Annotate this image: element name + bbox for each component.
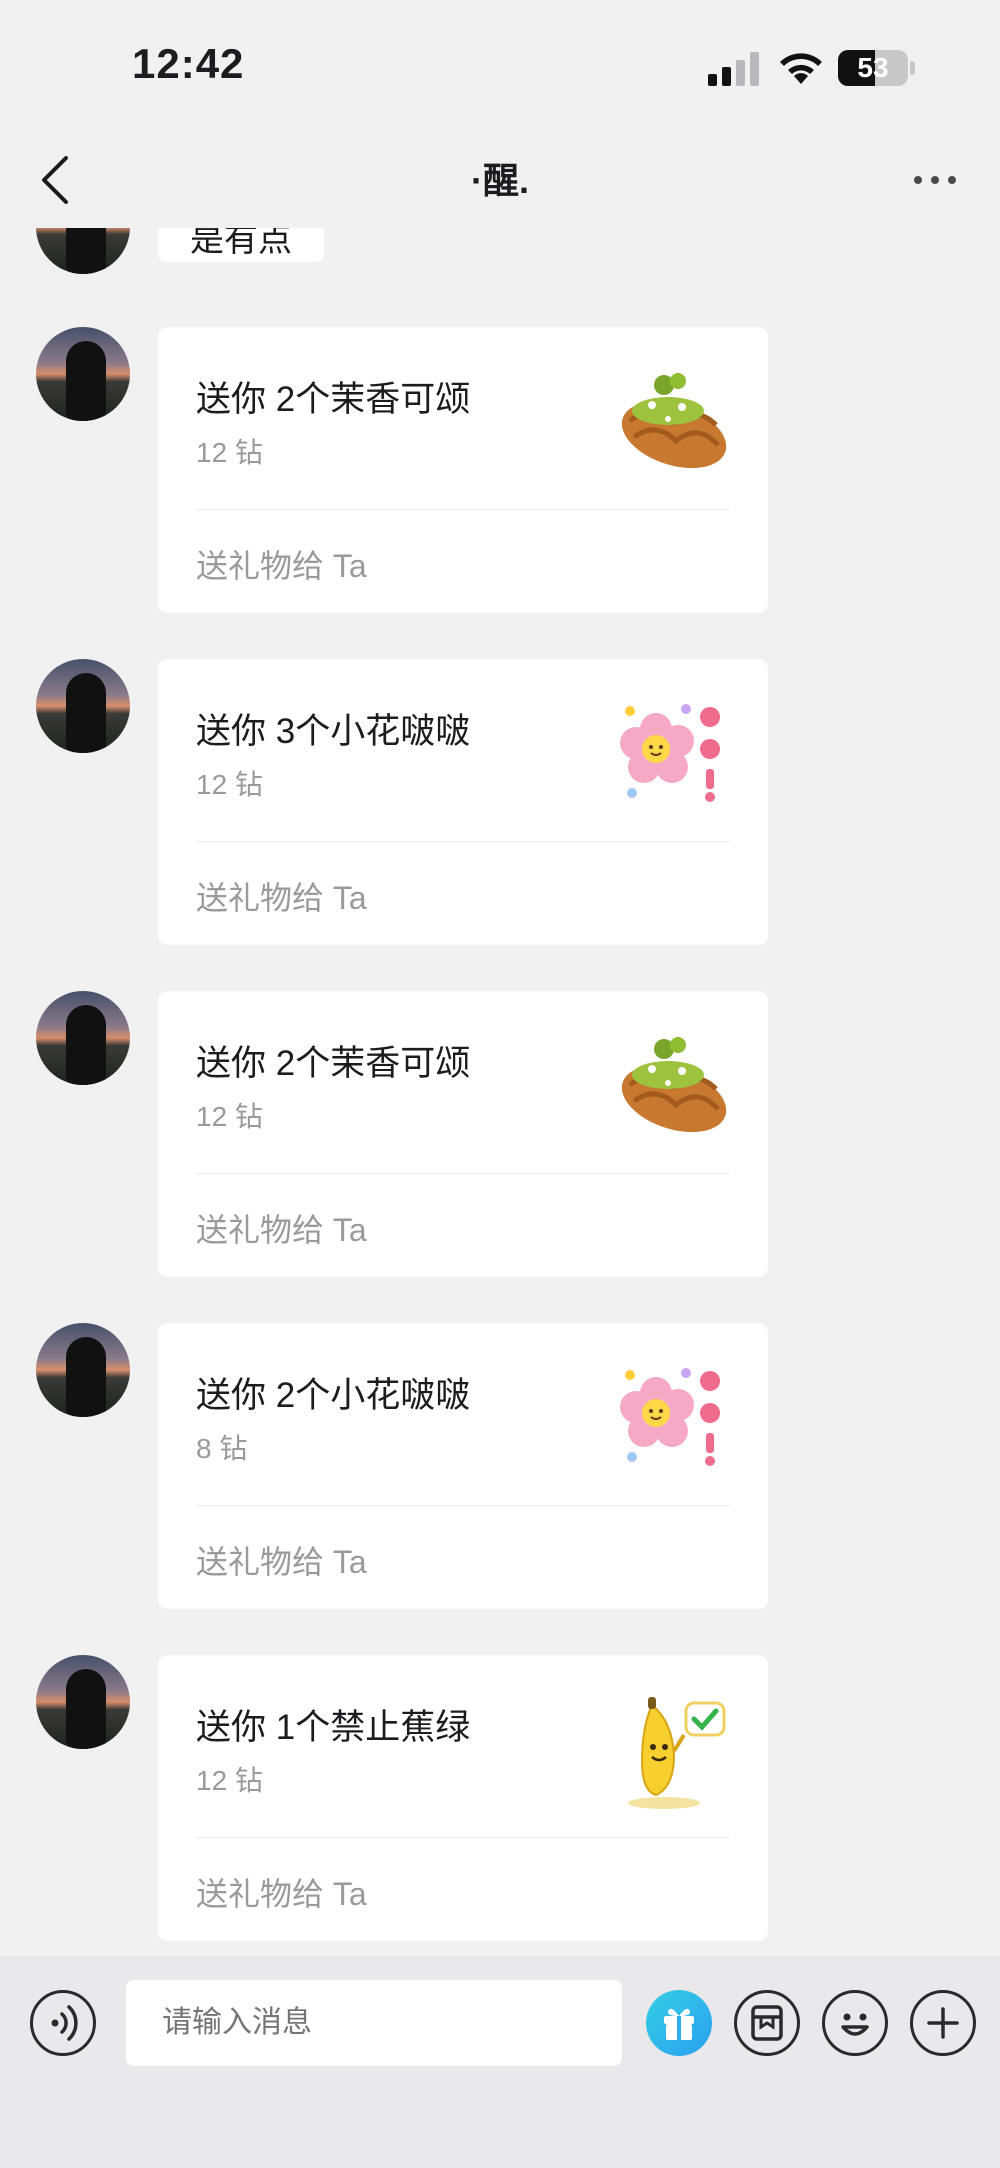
- gift-title: 送你 2个茉香可颂: [196, 380, 471, 419]
- album-icon: [751, 2005, 783, 2041]
- status-time: 12:42: [132, 40, 245, 87]
- gift-price: 12 钻: [196, 1101, 263, 1132]
- gift-divider: [196, 841, 730, 842]
- gift-card[interactable]: 送你 1个禁止蕉绿 12 钻 送礼物给 Ta: [158, 1655, 768, 1941]
- nav-bar: ·醒.: [0, 130, 1000, 230]
- chat-title: ·醒.: [471, 160, 529, 201]
- input-bar: [0, 1956, 1000, 2168]
- avatar[interactable]: [36, 327, 130, 421]
- gift-card[interactable]: 送你 2个茉香可颂 12 钻 送礼物给 Ta: [158, 991, 768, 1277]
- gift-button[interactable]: [646, 1990, 712, 2056]
- gift-price: 12 钻: [196, 1765, 263, 1796]
- more-icon: [914, 176, 956, 184]
- emoji-button[interactable]: [822, 1990, 888, 2056]
- flower-icon: [612, 695, 734, 817]
- gift-card[interactable]: 送你 2个茉香可颂 12 钻 送礼物给 Ta: [158, 327, 768, 613]
- more-actions-button[interactable]: [910, 1990, 976, 2056]
- avatar[interactable]: [36, 1323, 130, 1417]
- back-button[interactable]: [36, 150, 76, 210]
- send-gift-link[interactable]: 送礼物给 Ta: [196, 541, 367, 587]
- plus-icon: [927, 2007, 959, 2039]
- gift-title: 送你 3个小花啵啵: [196, 712, 471, 751]
- cellular-signal-icon: [708, 52, 760, 86]
- gift-card[interactable]: 送你 2个小花啵啵 8 钻 送礼物给 Ta: [158, 1323, 768, 1609]
- voice-icon: [51, 2005, 78, 2041]
- message-bubble: 是有点: [158, 228, 324, 262]
- battery-tip: [910, 61, 915, 75]
- message-list[interactable]: 是有点 送你 2个茉香可颂 12 钻 送礼物给 Ta 送你 3个小花啵啵 12 …: [0, 228, 1000, 1956]
- gift-price: 12 钻: [196, 437, 263, 468]
- gift-icon: [664, 2008, 694, 2040]
- gift-price: 8 钻: [196, 1433, 248, 1464]
- gift-title: 送你 1个禁止蕉绿: [196, 1708, 471, 1747]
- status-bar: 12:42 53: [0, 0, 1000, 130]
- wifi-icon: [776, 48, 826, 86]
- send-gift-link[interactable]: 送礼物给 Ta: [196, 873, 367, 919]
- croissant-icon: [612, 363, 734, 485]
- send-gift-link[interactable]: 送礼物给 Ta: [196, 1205, 367, 1251]
- gift-divider: [196, 509, 730, 510]
- send-gift-link[interactable]: 送礼物给 Ta: [196, 1537, 367, 1583]
- gift-divider: [196, 1505, 730, 1506]
- battery-icon: 53: [838, 50, 908, 86]
- gift-price: 12 钻: [196, 769, 263, 800]
- gift-divider: [196, 1837, 730, 1838]
- voice-button[interactable]: [30, 1990, 96, 2056]
- more-button[interactable]: [910, 170, 960, 190]
- gift-title: 送你 2个茉香可颂: [196, 1044, 471, 1083]
- emoji-icon: [841, 2013, 869, 2036]
- album-button[interactable]: [734, 1990, 800, 2056]
- battery-level: 53: [857, 52, 889, 83]
- send-gift-link[interactable]: 送礼物给 Ta: [196, 1869, 367, 1915]
- chevron-left-icon: [42, 156, 68, 204]
- banana-icon: [612, 1691, 734, 1813]
- avatar[interactable]: [36, 991, 130, 1085]
- flower-icon: [612, 1359, 734, 1481]
- message-input[interactable]: [126, 1980, 622, 2066]
- avatar[interactable]: [36, 1655, 130, 1749]
- gift-card[interactable]: 送你 3个小花啵啵 12 钻 送礼物给 Ta: [158, 659, 768, 945]
- avatar[interactable]: [36, 659, 130, 753]
- avatar[interactable]: [36, 228, 130, 274]
- gift-divider: [196, 1173, 730, 1174]
- gift-title: 送你 2个小花啵啵: [196, 1376, 471, 1415]
- croissant-icon: [612, 1027, 734, 1149]
